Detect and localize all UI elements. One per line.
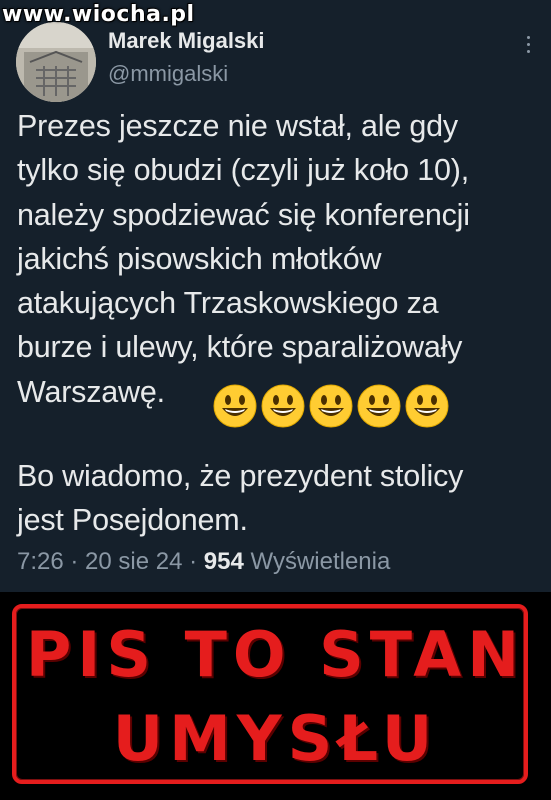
author-handle[interactable]: @mmigalski bbox=[108, 61, 228, 87]
views-count: 954 bbox=[203, 548, 244, 575]
tweet-text: Prezes jeszcze nie wstał, ale gdy tylko … bbox=[17, 104, 537, 414]
tweet-line: należy spodziewać się konferencji bbox=[17, 197, 470, 232]
tweet-line: Bo wiadomo, że prezydent stolicy bbox=[17, 459, 464, 493]
grinning-face-icon bbox=[309, 384, 353, 428]
stamp-caption-line-2: UMYSŁU bbox=[112, 702, 439, 775]
grinning-face-icon bbox=[357, 384, 401, 428]
tweet-card: www.wiocha.pl Marek Migalski @mmigalski … bbox=[0, 0, 551, 592]
tweet-line: jakichś pisowskich młotków bbox=[17, 241, 382, 276]
tweet-line: tylko się obudzi (czyli już koło 10), bbox=[17, 153, 469, 188]
grinning-face-icon bbox=[213, 384, 257, 428]
tweet-time[interactable]: 7:26 bbox=[17, 548, 64, 575]
tweet-line: atakujących Trzaskowskiego za bbox=[17, 286, 439, 321]
tweet-line: jest Posejdonem. bbox=[17, 503, 248, 538]
tweet-meta: 7:26 · 20 sie 24 · 954 Wyświetlenia bbox=[17, 548, 390, 576]
emoji-row bbox=[213, 384, 449, 428]
more-options-icon[interactable] bbox=[518, 32, 538, 56]
tweet-line: burze i ulewy, które sparaliżowały bbox=[17, 330, 463, 365]
tweet-text-continued: Bo wiadomo, że prezydent stolicy jest Po… bbox=[17, 454, 537, 543]
views-label: Wyświetlenia bbox=[243, 548, 391, 575]
meta-separator: · bbox=[63, 548, 86, 575]
grinning-face-icon bbox=[261, 384, 305, 428]
grinning-face-icon bbox=[405, 384, 449, 428]
tweet-date[interactable]: 20 sie 24 bbox=[85, 548, 182, 575]
tweet-line: Prezes jeszcze nie wstał, ale gdy bbox=[17, 109, 458, 143]
watermark-logo: www.wiocha.pl bbox=[2, 2, 195, 27]
author-name[interactable]: Marek Migalski bbox=[108, 28, 265, 54]
avatar[interactable] bbox=[16, 22, 96, 102]
stamp-caption-line-1: PIS TO STAN bbox=[25, 618, 526, 691]
meta-separator: · bbox=[182, 548, 204, 575]
